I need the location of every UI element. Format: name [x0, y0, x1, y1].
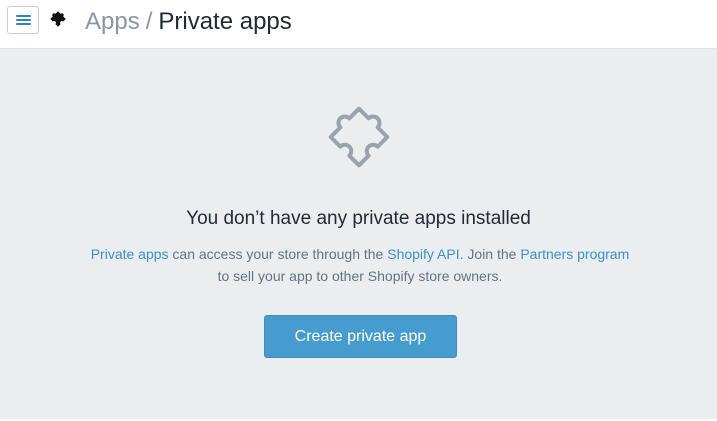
description-text: . Join the: [459, 246, 521, 262]
shopify-api-link[interactable]: Shopify API: [387, 246, 459, 262]
breadcrumb-apps-link[interactable]: Apps: [85, 8, 140, 35]
empty-state: You don’t have any private apps installe…: [0, 49, 717, 421]
empty-state-description: Private apps can access your store throu…: [60, 243, 660, 287]
description-text: can access your store through the: [168, 246, 388, 262]
page-title: Private apps: [158, 8, 292, 35]
private-apps-link[interactable]: Private apps: [91, 246, 169, 262]
top-bar: Apps / Private apps: [0, 0, 717, 49]
create-private-app-button[interactable]: Create private app: [264, 315, 457, 358]
puzzle-piece-outline-icon: [328, 106, 390, 168]
description-text: to sell your app to other Shopify store …: [217, 268, 503, 284]
breadcrumb: Apps / Private apps: [85, 6, 292, 38]
puzzle-piece-icon: [50, 11, 66, 27]
menu-toggle-button[interactable]: [7, 6, 39, 34]
partners-program-link[interactable]: Partners program: [520, 246, 629, 262]
breadcrumb-separator: /: [145, 8, 153, 35]
empty-state-title: You don’t have any private apps installe…: [186, 208, 531, 229]
hamburger-menu-icon: [16, 15, 31, 17]
